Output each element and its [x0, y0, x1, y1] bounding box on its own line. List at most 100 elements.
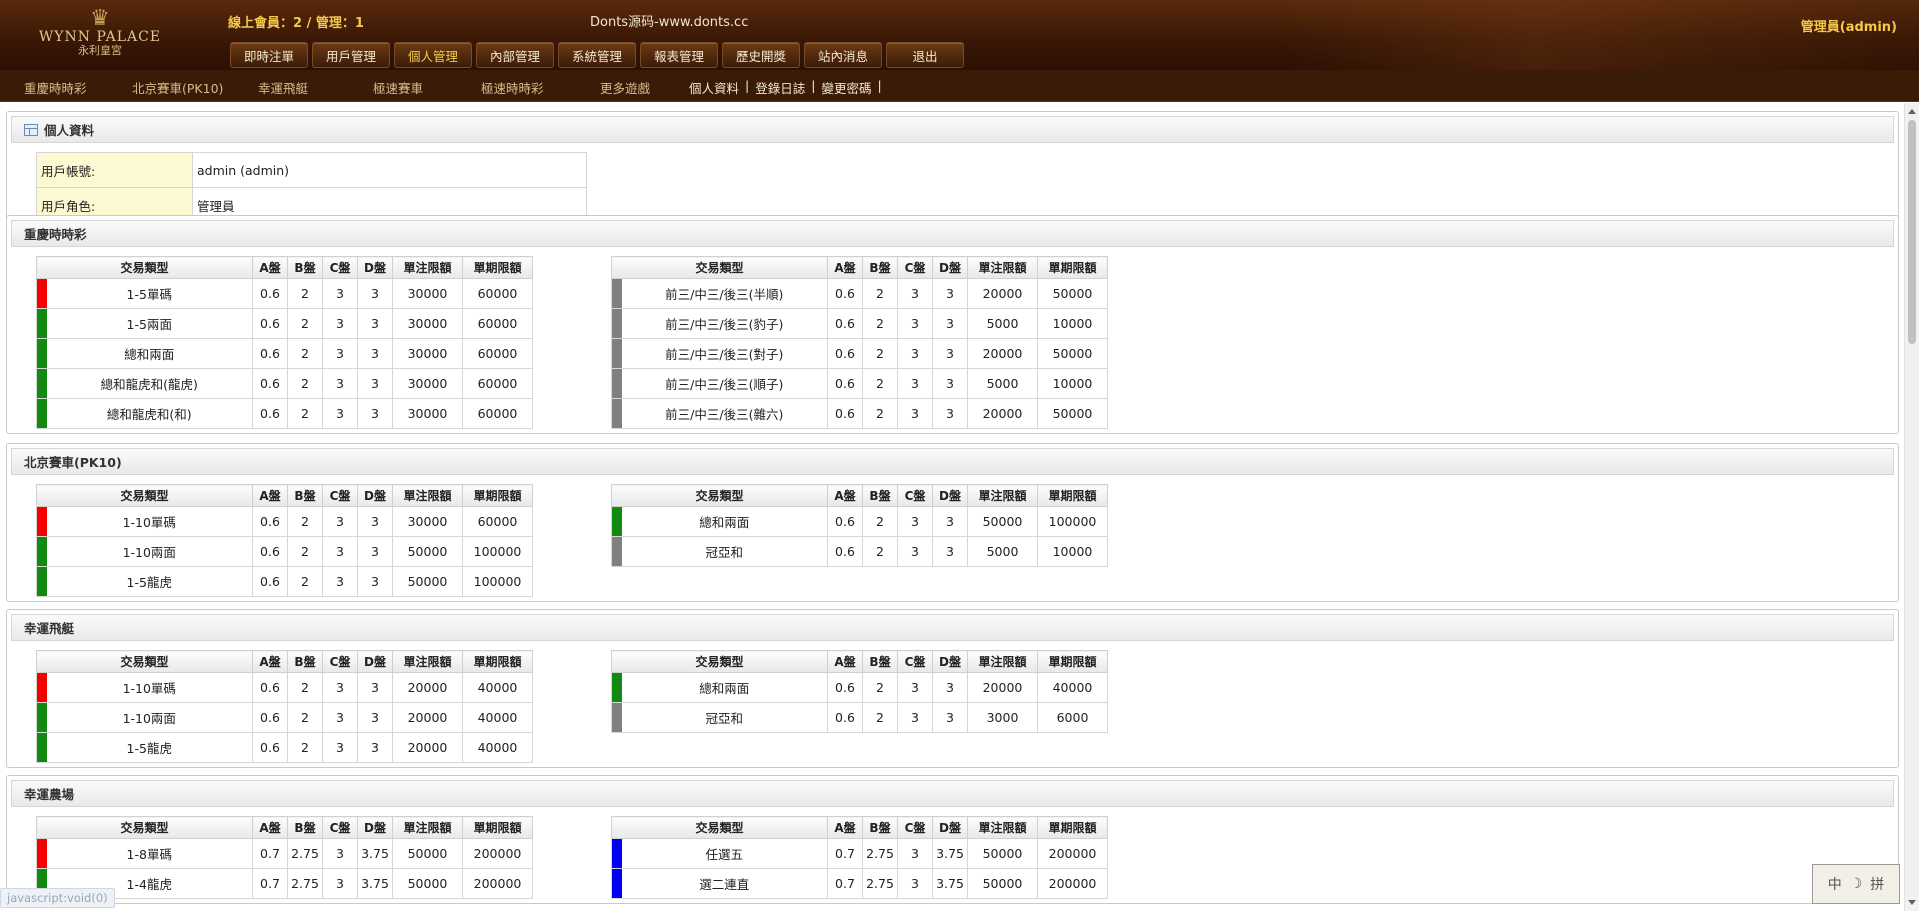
table-row: 總和兩面 0.6 2 3 3 20000 40000	[611, 672, 1108, 703]
table-header-row: 交易類型 A盤 B盤 C盤 D盤 單注限額 單期限額	[611, 816, 1108, 839]
limit-value: 20000	[967, 338, 1038, 369]
limit-value: 2	[287, 672, 323, 703]
change-password-link[interactable]: 變更密碼	[821, 78, 871, 97]
ime-toolbar[interactable]: 中 ☽ 拼	[1812, 864, 1900, 904]
bet-type-name: 總和兩面	[621, 506, 828, 537]
limit-value: 30000	[392, 368, 463, 399]
limit-value: 2	[862, 338, 898, 369]
scroll-up-arrow-icon[interactable]	[1908, 109, 1916, 114]
limit-value: 200000	[462, 838, 533, 869]
vertical-scrollbar[interactable]	[1904, 103, 1919, 911]
column-header: 單注限額	[392, 650, 463, 673]
column-header: 單期限額	[1037, 484, 1108, 507]
nav-button[interactable]: 系統管理	[558, 42, 636, 68]
subnav-game-link[interactable]: 極速賽車	[373, 78, 423, 97]
column-header: 交易類型	[36, 816, 253, 839]
category-color-marker	[36, 398, 47, 429]
table-header-row: 交易類型 A盤 B盤 C盤 D盤 單注限額 單期限額	[611, 484, 1108, 507]
limit-value: 30000	[392, 338, 463, 369]
login-log-link[interactable]: 登錄日誌	[755, 78, 805, 97]
game-limit-panel: 幸運飛艇 交易類型 A盤 B盤 C盤 D盤 單注限額 單期限額 1-10單碼 0.6 2 3 3 2000…	[6, 609, 1899, 768]
limit-value: 50000	[392, 838, 463, 869]
wynn-palace-logo[interactable]: ♛ WYNN PALACE 永利皇宮	[30, 8, 170, 70]
panel-header: 個人資料	[11, 116, 1894, 143]
limit-value: 3	[932, 702, 968, 733]
limit-value: 60000	[462, 368, 533, 399]
nav-button[interactable]: 歷史開獎	[722, 42, 800, 68]
column-header: D盤	[932, 256, 968, 279]
ime-moon-icon[interactable]: ☽	[1850, 876, 1863, 892]
nav-button[interactable]: 報表管理	[640, 42, 718, 68]
column-header: 單期限額	[1037, 256, 1108, 279]
subnav-game-link[interactable]: 重慶時時彩	[24, 78, 87, 97]
limit-value: 0.7	[252, 838, 288, 869]
bet-type-name: 1-10單碼	[46, 506, 253, 537]
ime-chinese-icon[interactable]: 中	[1828, 874, 1842, 894]
bet-type-name: 總和兩面	[621, 672, 828, 703]
table-header-row: 交易類型 A盤 B盤 C盤 D盤 單注限額 單期限額	[36, 650, 533, 673]
game-limit-panel: 重慶時時彩 交易類型 A盤 B盤 C盤 D盤 單注限額 單期限額 1-5單碼 0.6 2 3 3 3000…	[6, 215, 1899, 434]
limit-value: 2.75	[287, 868, 323, 899]
limit-value: 40000	[462, 672, 533, 703]
subnav-game-link[interactable]: 北京賽車(PK10)	[132, 78, 223, 97]
nav-button[interactable]: 內部管理	[476, 42, 554, 68]
limit-value: 5000	[967, 368, 1038, 399]
category-color-marker	[611, 672, 622, 703]
subnav-game-link[interactable]: 幸運飛艇	[258, 78, 308, 97]
limit-value: 3000	[967, 702, 1038, 733]
limit-value: 3	[932, 672, 968, 703]
limit-value: 50000	[392, 536, 463, 567]
bet-type-name: 任選五	[621, 838, 828, 869]
column-header: 單注限額	[392, 484, 463, 507]
panel-header: 重慶時時彩	[11, 220, 1894, 247]
bet-type-name: 前三/中三/後三(半順)	[621, 278, 828, 309]
column-header: C盤	[897, 256, 933, 279]
limit-value: 3	[357, 702, 393, 733]
site-title: Donts源码-www.donts.cc	[590, 15, 749, 30]
game-limit-panel: 幸運農場 交易類型 A盤 B盤 C盤 D盤 單注限額 單期限額 1-8單碼 0.7 2.75 3 3.7…	[6, 775, 1899, 904]
column-header: D盤	[357, 650, 393, 673]
nav-button[interactable]: 個人管理	[394, 42, 472, 68]
limit-value: 30000	[392, 278, 463, 309]
limit-value: 3	[322, 536, 358, 567]
category-color-marker	[611, 536, 622, 567]
subnav-game-link[interactable]: 極速時時彩	[481, 78, 544, 97]
nav-button[interactable]: 即時注單	[230, 42, 308, 68]
bet-type-name: 1-5兩面	[46, 308, 253, 339]
table-header-row: 交易類型 A盤 B盤 C盤 D盤 單注限額 單期限額	[36, 816, 533, 839]
table-row: 選二連直 0.7 2.75 3 3.75 50000 200000	[611, 868, 1108, 899]
table-header-row: 交易類型 A盤 B盤 C盤 D盤 單注限額 單期限額	[611, 650, 1108, 673]
limit-value: 50000	[967, 506, 1038, 537]
profile-link[interactable]: 個人資料	[689, 78, 739, 97]
nav-button[interactable]: 退出	[886, 42, 964, 68]
limit-value: 0.6	[252, 566, 288, 597]
limit-value: 3	[932, 536, 968, 567]
table-row: 任選五 0.7 2.75 3 3.75 50000 200000	[611, 838, 1108, 869]
subnav-more-games[interactable]: 更多遊戲	[600, 78, 650, 97]
limit-value: 0.6	[252, 536, 288, 567]
bet-type-name: 1-5龍虎	[46, 566, 253, 597]
ime-pinyin-icon[interactable]: 拼	[1870, 874, 1884, 894]
limit-value: 40000	[462, 702, 533, 733]
limit-value: 0.6	[827, 338, 863, 369]
limit-value: 3	[357, 308, 393, 339]
column-header: 交易類型	[611, 816, 828, 839]
logo-name: WYNN PALACE	[38, 29, 162, 45]
limit-value: 20000	[392, 732, 463, 763]
table-row: 總和兩面 0.6 2 3 3 30000 60000	[36, 338, 533, 369]
limit-value: 3	[322, 338, 358, 369]
category-color-marker	[36, 308, 47, 339]
limit-value: 50000	[967, 838, 1038, 869]
column-header: A盤	[252, 816, 288, 839]
scroll-down-arrow-icon[interactable]	[1908, 900, 1916, 905]
limit-value: 3	[932, 278, 968, 309]
bet-type-name: 1-5單碼	[46, 278, 253, 309]
table-row: 總和兩面 0.6 2 3 3 50000 100000	[611, 506, 1108, 537]
scroll-thumb[interactable]	[1908, 120, 1916, 344]
category-color-marker	[611, 308, 622, 339]
nav-button[interactable]: 站內消息	[804, 42, 882, 68]
nav-button[interactable]: 用戶管理	[312, 42, 390, 68]
limit-value: 2	[287, 732, 323, 763]
column-header: B盤	[287, 816, 323, 839]
limit-value: 3	[322, 278, 358, 309]
